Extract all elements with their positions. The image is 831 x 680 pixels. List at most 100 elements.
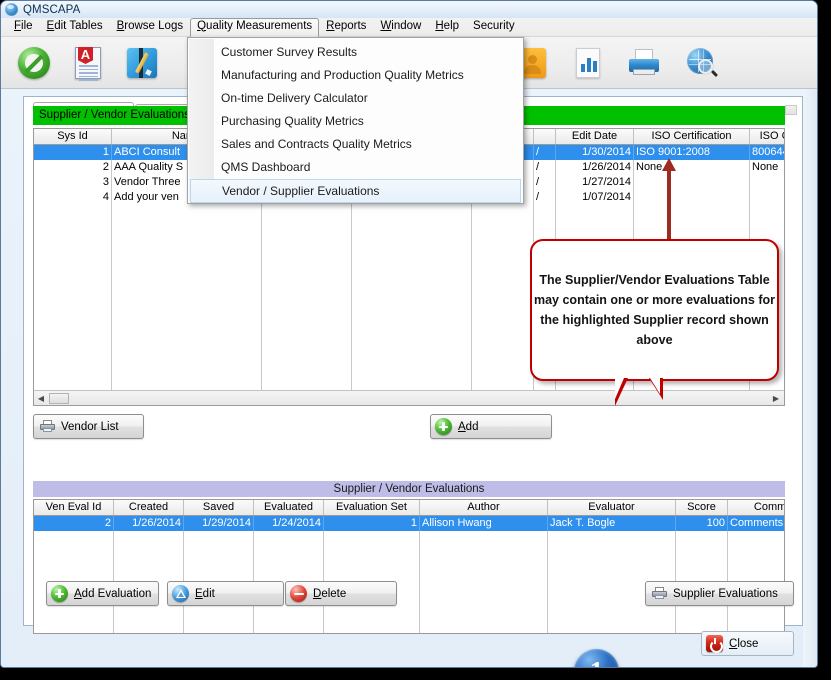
dropdown-item-6[interactable]: Vendor / Supplier Evaluations — [190, 179, 521, 203]
column-header-0[interactable]: Sys Id — [34, 129, 112, 144]
menu-browse-logs[interactable]: Browse Logs — [110, 18, 190, 36]
column-header-4[interactable]: Evaluation Set — [324, 500, 420, 515]
step-badge-1: 1 — [574, 649, 619, 668]
dropdown-item-4[interactable]: Sales and Contracts Quality Metrics — [188, 133, 523, 156]
table-cell: ISO 9001:2008 — [634, 145, 750, 160]
menu-edit-tables[interactable]: Edit Tables — [40, 18, 110, 36]
dropdown-item-1[interactable]: Manufacturing and Production Quality Met… — [188, 64, 523, 87]
add-evaluation-label: Add Evaluation — [74, 588, 151, 600]
globe-search-icon[interactable] — [683, 44, 721, 82]
notebook-edit-icon[interactable] — [123, 44, 161, 82]
title-bar: QMSCAPA — [1, 1, 817, 18]
table-cell — [750, 175, 785, 190]
scroll-thumb[interactable] — [49, 393, 69, 404]
dropdown-item-0[interactable]: Customer Survey Results — [188, 41, 523, 64]
table-cell: 1/26/2014 — [114, 516, 184, 531]
table-cell: 1/26/2014 — [556, 160, 634, 175]
table-cell: None — [750, 160, 785, 175]
panel-scroll-thumb[interactable] — [785, 105, 797, 115]
column-divider-0 — [34, 193, 112, 390]
printer-icon — [40, 420, 55, 433]
column-divider-4 — [472, 193, 534, 390]
add-label: Add — [458, 421, 478, 433]
dropdown-items[interactable]: Customer Survey Results Manufacturing and… — [188, 41, 523, 203]
close-label: Close — [729, 638, 758, 650]
column-divider-1 — [112, 193, 262, 390]
window-shadow-bottom — [10, 668, 825, 680]
dropdown-item-5[interactable]: QMS Dashboard — [188, 156, 523, 179]
table-cell: / — [534, 175, 556, 190]
column-header-7[interactable]: ISO Certification — [634, 129, 750, 144]
dropdown-item-label: Customer Survey Results — [221, 45, 357, 59]
column-header-5[interactable]: Author — [420, 500, 548, 515]
table-cell: 1/29/2014 — [184, 516, 254, 531]
table-cell: Allison Hwang — [420, 516, 548, 531]
table-cell: 100 — [676, 516, 728, 531]
table-cell: 1/30/2014 — [556, 145, 634, 160]
dropdown-item-label: QMS Dashboard — [221, 160, 310, 174]
supplier-vendor-evaluations-purple-band: Supplier / Vendor Evaluations — [33, 481, 785, 497]
green-band-label: Supplier / Vendor Evaluations — [39, 109, 190, 121]
menu-reports[interactable]: Reports — [319, 18, 373, 36]
edit-button[interactable]: Edit — [167, 581, 284, 606]
pdf-document-icon[interactable]: A — [69, 44, 107, 82]
edit-label: Edit — [195, 588, 215, 600]
client-vertical-scrollbar[interactable] — [803, 89, 817, 668]
printer-icon — [652, 587, 667, 600]
scroll-left-arrow[interactable]: ◀ — [34, 394, 48, 403]
callout-tail-right-inner — [650, 378, 660, 394]
evaluations-grid[interactable]: Ven Eval IdCreatedSavedEvaluatedEvaluati… — [33, 499, 785, 634]
table-cell: 800644 — [750, 145, 785, 160]
triangle-circle-icon — [172, 585, 189, 602]
dropdown-item-label: Purchasing Quality Metrics — [221, 114, 364, 128]
table-cell: 1 — [324, 516, 420, 531]
menu-help[interactable]: Help — [428, 18, 466, 36]
table-cell: 2 — [34, 516, 114, 531]
menu-bar: File Edit Tables Browse Logs Quality Mea… — [1, 18, 817, 37]
menu-file[interactable]: File — [7, 18, 40, 36]
add-button[interactable]: Add — [430, 414, 552, 439]
bar-chart-report-icon[interactable] — [569, 44, 607, 82]
window-shadow-right — [818, 8, 831, 668]
column-header-6[interactable]: Evaluator — [548, 500, 676, 515]
quality-measurements-dropdown[interactable]: Customer Survey Results Manufacturing and… — [187, 37, 524, 204]
dropdown-item-3[interactable]: Purchasing Quality Metrics — [188, 110, 523, 133]
vendor-grid-hscrollbar[interactable]: ◀ ▶ — [34, 390, 784, 405]
menu-window[interactable]: Window — [373, 18, 428, 36]
delete-button[interactable]: Delete — [285, 581, 397, 606]
column-header-8[interactable]: Comments — [728, 500, 785, 515]
add-evaluation-button[interactable]: Add Evaluation — [46, 581, 159, 606]
dropdown-item-label: On-time Delivery Calculator — [221, 91, 368, 105]
table-cell: 1/24/2014 — [254, 516, 324, 531]
evaluations-grid-header: Ven Eval IdCreatedSavedEvaluatedEvaluati… — [34, 500, 784, 516]
menu-quality-measurements[interactable]: Quality Measurements — [190, 18, 319, 37]
supplier-evaluations-label: Supplier Evaluations — [673, 588, 778, 600]
stop-icon[interactable] — [15, 44, 53, 82]
dropdown-item-2[interactable]: On-time Delivery Calculator — [188, 87, 523, 110]
column-header-7[interactable]: Score — [676, 500, 728, 515]
column-divider-3 — [352, 193, 472, 390]
close-button[interactable]: Close — [701, 631, 794, 656]
table-cell: None — [634, 160, 750, 175]
column-header-3[interactable]: Evaluated — [254, 500, 324, 515]
column-header-5[interactable] — [534, 129, 556, 144]
column-header-1[interactable]: Created — [114, 500, 184, 515]
column-header-2[interactable]: Saved — [184, 500, 254, 515]
menu-security[interactable]: Security — [466, 18, 522, 36]
printer-icon[interactable] — [625, 44, 663, 82]
table-cell: 1/27/2014 — [556, 175, 634, 190]
column-header-8[interactable]: ISO Cer — [750, 129, 785, 144]
callout-text: The Supplier/Vendor Evaluations Table ma… — [532, 270, 777, 350]
column-header-0[interactable]: Ven Eval Id — [34, 500, 114, 515]
supplier-evaluations-print-button[interactable]: Supplier Evaluations — [645, 581, 794, 606]
evaluations-grid-body[interactable]: 21/26/20141/29/20141/24/20141Allison Hwa… — [34, 516, 784, 531]
delete-label: Delete — [313, 588, 346, 600]
purple-band-label: Supplier / Vendor Evaluations — [334, 483, 485, 495]
table-cell — [634, 175, 750, 190]
dropdown-item-label: Sales and Contracts Quality Metrics — [221, 137, 412, 151]
column-header-6[interactable]: Edit Date — [556, 129, 634, 144]
column-divider-5 — [420, 531, 548, 633]
vendor-list-button[interactable]: Vendor List — [33, 414, 144, 439]
scroll-right-arrow[interactable]: ▶ — [769, 394, 783, 403]
table-row[interactable]: 21/26/20141/29/20141/24/20141Allison Hwa… — [34, 516, 784, 531]
